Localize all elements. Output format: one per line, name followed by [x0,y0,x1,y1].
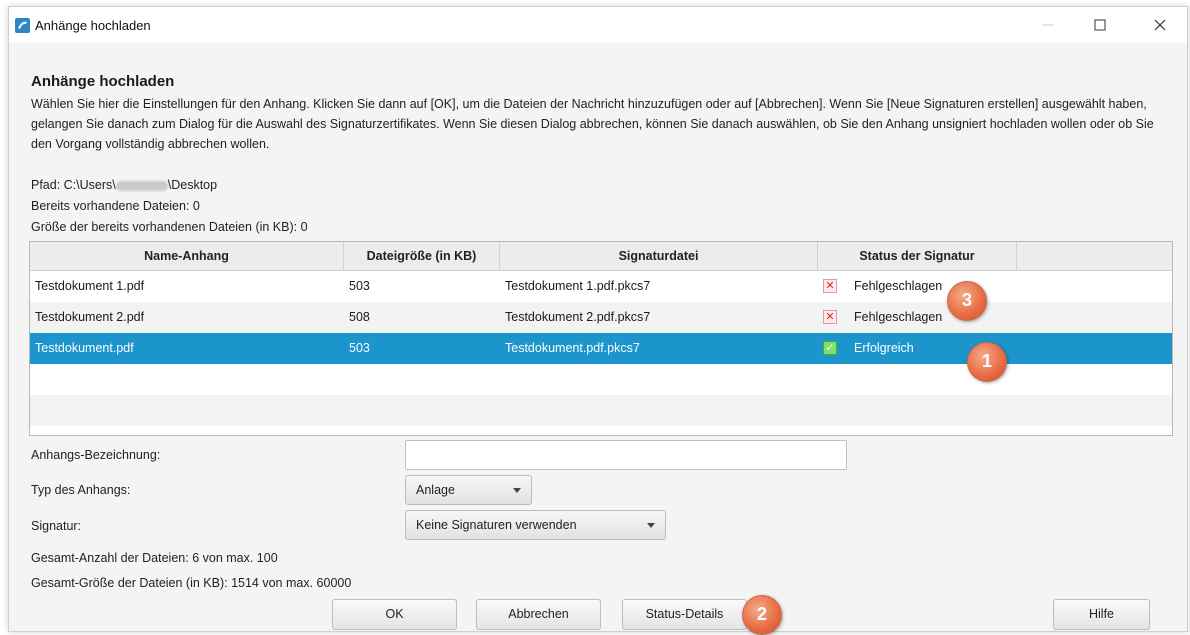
cell-size: 508 [349,310,370,324]
cell-status: Fehlgeschlagen [854,279,943,293]
redacted-username [115,180,168,191]
cell-size: 503 [349,341,370,355]
cell-signature-file: Testdokument 1.pdf.pkcs7 [505,279,651,293]
path-prefix: Pfad: C:\Users\ [31,178,116,192]
attachment-type-label: Typ des Anhangs: [31,483,131,497]
dialog-content: Anhänge hochladen Wählen Sie hier die Ei… [9,43,1187,635]
table-row-empty [30,395,1172,426]
total-count-info: Gesamt-Anzahl der Dateien: 6 von max. 10… [31,551,278,565]
attachment-type-select[interactable]: Anlage [405,475,532,505]
callout-badge-2: 2 [742,595,782,635]
attachment-name-input[interactable] [405,440,847,470]
cell-name: Testdokument 1.pdf [35,279,145,293]
close-button[interactable] [1137,7,1183,43]
cancel-button[interactable]: Abbrechen [476,599,601,630]
close-icon [1154,19,1166,31]
maximize-button[interactable] [1077,7,1123,43]
attachments-table: Name-Anhang Dateigröße (in KB) Signaturd… [29,241,1173,436]
minimize-button[interactable] [1025,7,1071,43]
signature-label: Signatur: [31,519,82,533]
path-suffix: \Desktop [167,178,218,192]
callout-badge-3: 3 [947,281,987,321]
app-icon [15,18,30,33]
existing-size-info: Größe der bereits vorhandenen Dateien (i… [31,220,308,234]
column-header-signature-status[interactable]: Status der Signatur [818,242,1017,270]
path-info: Pfad: C:\Users\ \Desktop [31,178,217,192]
attachment-name-label: Anhangs-Bezeichnung: [31,448,161,462]
status-details-button[interactable]: Status-Details [622,599,747,630]
signature-value: Keine Signaturen verwenden [416,518,577,532]
help-button[interactable]: Hilfe [1053,599,1150,630]
existing-files-info: Bereits vorhandene Dateien: 0 [31,199,200,213]
signature-select[interactable]: Keine Signaturen verwenden [405,510,666,540]
callout-badge-1: 1 [967,342,1007,382]
window-title: Anhänge hochladen [35,18,151,33]
table-row[interactable]: Testdokument 2.pdf 508 Testdokument 2.pd… [30,302,1172,333]
chevron-down-icon [513,488,521,493]
ok-button[interactable]: OK [332,599,457,630]
title-bar: Anhänge hochladen [9,7,1187,43]
table-row[interactable]: Testdokument 1.pdf 503 Testdokument 1.pd… [30,271,1172,302]
failure-icon: ✕ [823,310,837,324]
column-header-name[interactable]: Name-Anhang [30,242,344,270]
cell-signature-file: Testdokument.pdf.pkcs7 [505,341,640,355]
cell-status: Fehlgeschlagen [854,310,943,324]
upload-attachments-dialog: Anhänge hochladen Anhänge hochladen Wähl… [8,6,1188,635]
dialog-description: Wählen Sie hier die Einstellungen für de… [31,97,1154,151]
cell-name: Testdokument.pdf [35,341,134,355]
minimize-icon [1043,24,1053,26]
cell-name: Testdokument 2.pdf [35,310,145,324]
maximize-icon [1094,19,1106,31]
failure-icon: ✕ [823,279,837,293]
cell-size: 503 [349,279,370,293]
column-header-signature-file[interactable]: Signaturdatei [500,242,818,270]
total-size-info: Gesamt-Größe der Dateien (in KB): 1514 v… [31,576,352,590]
cell-status: Erfolgreich [854,341,914,355]
cell-signature-file: Testdokument 2.pdf.pkcs7 [505,310,651,324]
chevron-down-icon [647,523,655,528]
table-header: Name-Anhang Dateigröße (in KB) Signaturd… [30,242,1172,271]
attachment-type-value: Anlage [416,483,455,497]
dialog-heading: Anhänge hochladen [31,73,175,90]
column-header-size[interactable]: Dateigröße (in KB) [344,242,500,270]
success-icon: ✓ [823,341,837,355]
